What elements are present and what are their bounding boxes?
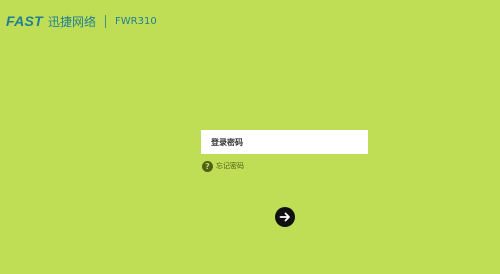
help-icon: ? xyxy=(202,160,213,172)
header: FAST 迅捷网络 FWR310 xyxy=(6,11,157,31)
brand-name: 迅捷网络 xyxy=(47,14,96,29)
forgot-password-link[interactable]: ? 忘记密码 xyxy=(202,160,244,172)
header-divider xyxy=(105,14,106,28)
password-input[interactable] xyxy=(201,130,368,154)
model-name: FWR310 xyxy=(115,15,157,27)
login-button[interactable] xyxy=(275,207,295,227)
arrow-right-icon xyxy=(279,212,290,222)
fast-logo: FAST xyxy=(6,13,43,29)
forgot-password-label: 忘记密码 xyxy=(216,162,244,170)
